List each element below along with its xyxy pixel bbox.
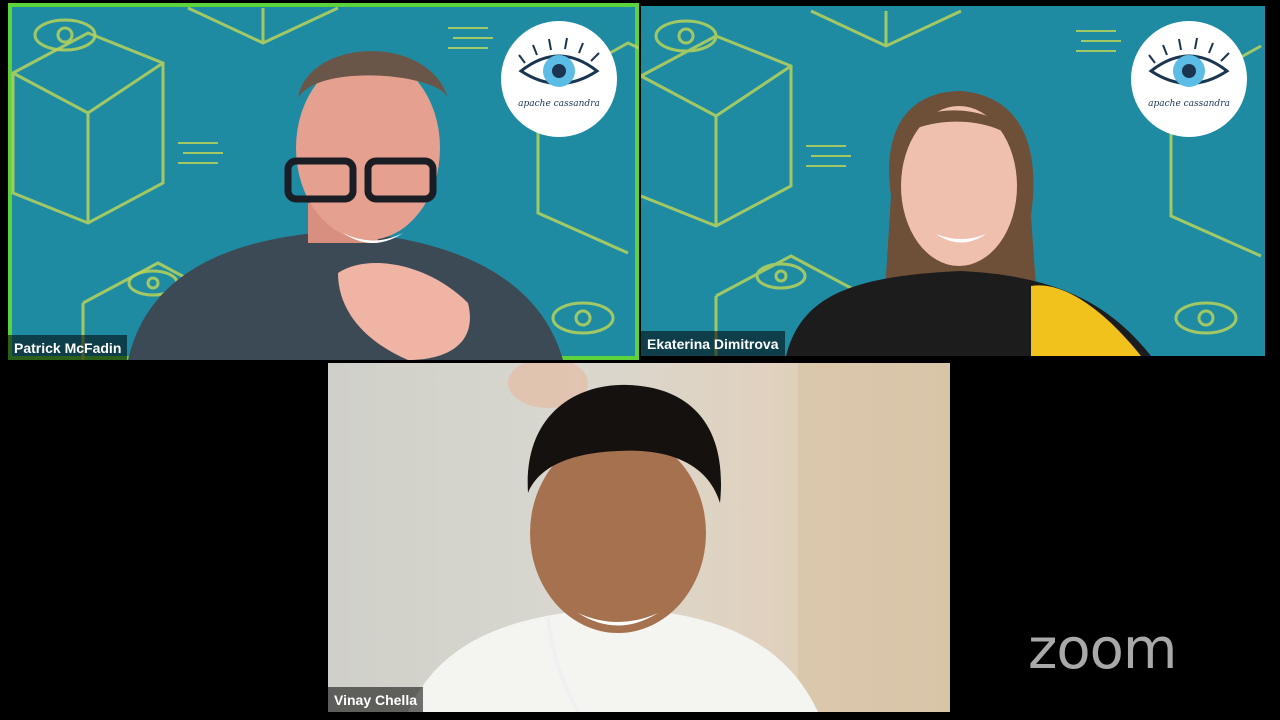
participant-tile-ekaterina[interactable]: apache cassandra Ekaterina Dimitrova	[641, 6, 1265, 356]
apache-cassandra-logo: apache cassandra	[501, 21, 617, 137]
participant-tile-patrick[interactable]: apache cassandra Patrick McFadin	[8, 3, 639, 360]
participant-video-ekaterina	[786, 91, 1151, 356]
logo-label: apache cassandra	[518, 99, 600, 109]
participant-video-vinay	[408, 363, 950, 712]
participant-tile-vinay[interactable]: Vinay Chella	[328, 363, 950, 712]
participant-name-label: Patrick McFadin	[8, 335, 128, 360]
zoom-logo: zoom	[1028, 617, 1177, 682]
participant-name-label: Vinay Chella	[328, 687, 424, 712]
participant-name-label: Ekaterina Dimitrova	[641, 331, 785, 356]
logo-label: apache cassandra	[1148, 99, 1230, 109]
apache-cassandra-logo: apache cassandra	[1131, 21, 1247, 137]
participant-video-patrick	[128, 51, 563, 360]
